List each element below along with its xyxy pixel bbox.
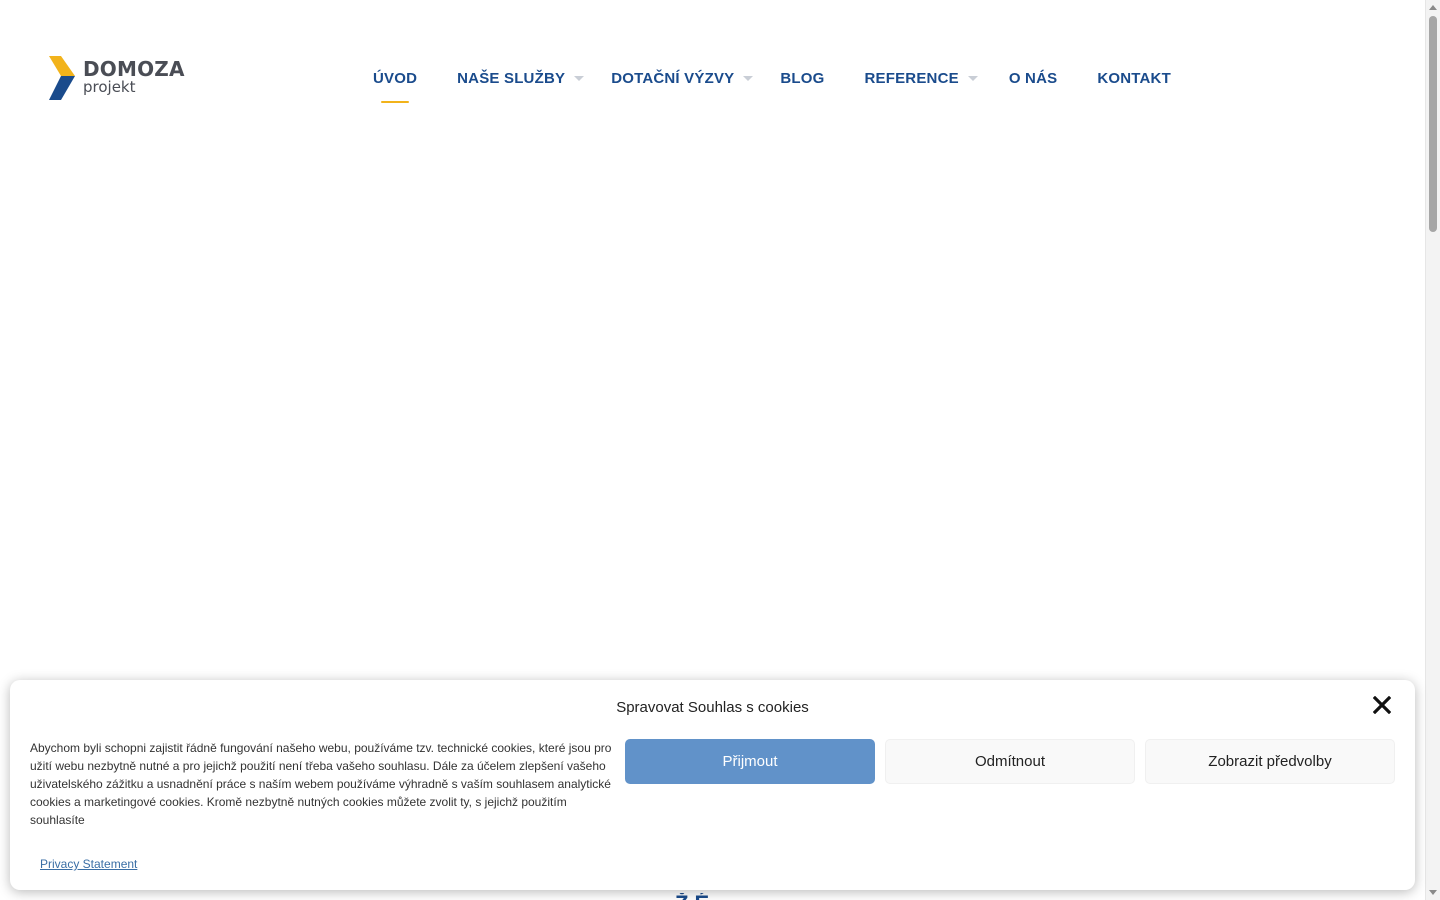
preferences-button[interactable]: Zobrazit předvolby [1145,739,1395,784]
main-nav: ÚVOD NAŠE SLUŽBY DOTAČNÍ VÝZVY BLOG REFE… [373,66,1171,106]
scroll-up-icon[interactable] [1429,5,1437,10]
nav-item-reference[interactable]: REFERENCE [865,66,978,90]
chevron-down-icon [967,75,978,81]
nav-label: DOTAČNÍ VÝZVY [611,69,735,87]
chevron-down-icon [574,75,585,81]
nav-label: ÚVOD [373,69,418,87]
nav-item-nase-sluzby[interactable]: NAŠE SLUŽBY [457,66,585,90]
logo-text: DOMOZA projekt [83,56,185,95]
cookie-buttons: Přijmout Odmítnout Zobrazit předvolby [625,739,1395,784]
logo-chevron-icon [49,56,75,100]
nav-label: O NÁS [1008,69,1058,87]
nav-item-blog[interactable]: BLOG [780,66,824,90]
privacy-statement-link[interactable]: Privacy Statement [40,857,137,871]
cookie-description: Abychom byli schopni zajistit řádně fung… [30,741,612,827]
nav-label: KONTAKT [1097,69,1171,87]
site-header: DOMOZA projekt ÚVOD NAŠE SLUŽBY DOTAČNÍ … [0,0,1425,150]
nav-label: BLOG [780,69,825,87]
page-scrollbar[interactable] [1425,0,1440,900]
chevron-down-icon [743,75,754,81]
scroll-down-icon[interactable] [1429,890,1437,895]
nav-item-uvod[interactable]: ÚVOD [373,66,418,103]
cookie-title: Spravovat Souhlas s cookies [616,699,809,716]
deny-button[interactable]: Odmítnout [885,739,1135,784]
nav-label: NAŠE SLUŽBY [457,69,566,87]
site-logo[interactable]: DOMOZA projekt [49,56,185,104]
accept-button[interactable]: Přijmout [625,739,875,784]
nav-item-kontakt[interactable]: KONTAKT [1097,66,1171,90]
logo-subtitle: projekt [83,78,136,96]
hidden-section-heading: Ž É [675,893,709,900]
nav-label: REFERENCE [864,69,959,87]
close-icon[interactable] [1373,696,1391,714]
nav-item-dotacni-vyzvy[interactable]: DOTAČNÍ VÝZVY [611,66,754,90]
nav-item-o-nas[interactable]: O NÁS [1009,66,1058,90]
cookie-banner: Spravovat Souhlas s cookies Abychom byli… [10,680,1415,890]
logo-title: DOMOZA [83,57,185,81]
scroll-thumb[interactable] [1429,16,1437,232]
